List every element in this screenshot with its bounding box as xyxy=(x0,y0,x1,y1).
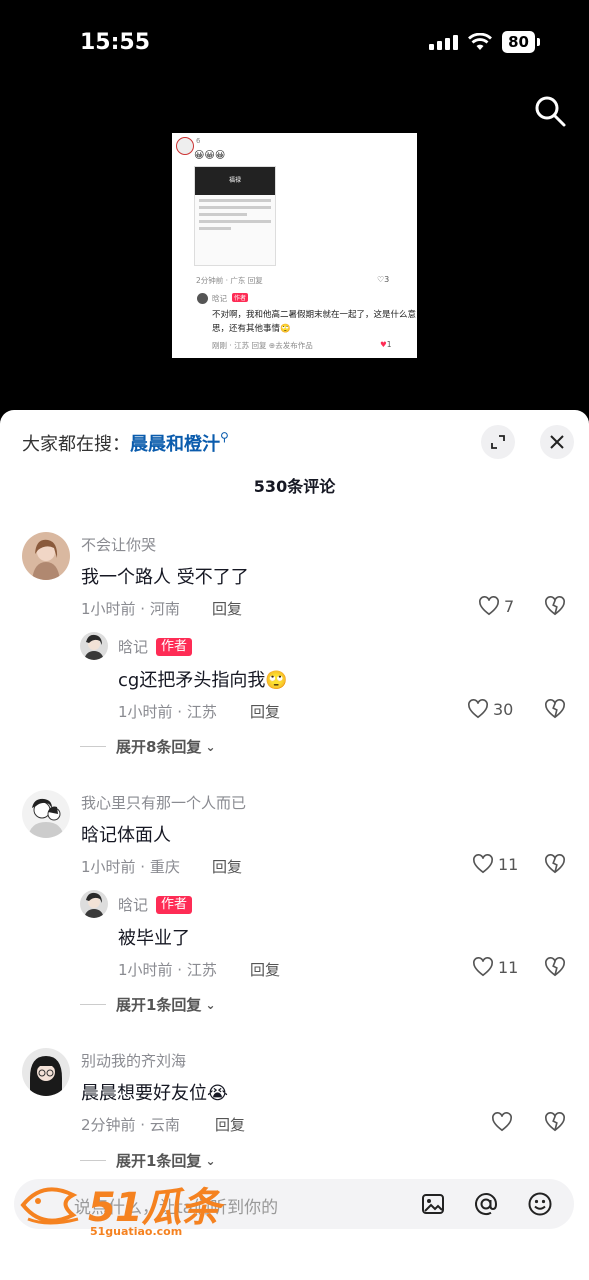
reply-author[interactable]: 晗记 作者 xyxy=(118,894,193,915)
small-search-icon: ⚲ xyxy=(220,430,229,444)
video-avatar xyxy=(176,137,194,155)
video-count: 6 xyxy=(196,137,201,145)
video-reply-name: 晗记 xyxy=(212,294,227,303)
comment-meta: 1小时前 · 河南 xyxy=(81,600,180,618)
battery-indicator: 80 xyxy=(502,31,540,53)
dislike-icon[interactable] xyxy=(544,1112,566,1132)
reply-text: 被毕业了 xyxy=(118,928,190,949)
reply-button[interactable]: 回复 xyxy=(215,1114,245,1135)
close-button[interactable] xyxy=(540,425,574,459)
reply-button[interactable]: 回复 xyxy=(212,598,242,619)
wifi-icon xyxy=(468,33,493,50)
mention-icon[interactable] xyxy=(473,1191,499,1217)
reply-text: cg还把矛头指向我🙄 xyxy=(118,670,288,691)
video-frame[interactable]: 6 😀😀😀 福禄 2分钟前 · 广东 回复 ♡3 晗记 作者 不对啊，我和他高二… xyxy=(172,133,417,358)
comment-text: 晗记体面人 xyxy=(81,825,171,846)
heart-icon xyxy=(468,699,488,719)
reply-button[interactable]: 回复 xyxy=(250,959,280,980)
trending-keyword[interactable]: 晨晨和橙汁 xyxy=(130,434,220,455)
close-icon xyxy=(550,435,564,449)
reply-meta: 1小时前 · 江苏 xyxy=(118,703,217,721)
trending-prefix: 大家都在搜： xyxy=(22,434,130,455)
comment-author[interactable]: 别动我的齐刘海 xyxy=(81,1050,186,1071)
dislike-icon[interactable] xyxy=(544,854,566,874)
video-inner-title: 福禄 xyxy=(195,167,275,195)
search-icon[interactable] xyxy=(533,94,567,128)
video-likes: ♡3 xyxy=(377,275,390,284)
expand-replies[interactable]: 展开1条回复 ⌄ xyxy=(80,994,216,1015)
watermark-logo: 51瓜条 51guatiao.com xyxy=(18,1175,228,1245)
reply-button[interactable]: 回复 xyxy=(212,856,242,877)
image-icon[interactable] xyxy=(420,1191,446,1217)
video-reply-likes: ♥1 xyxy=(380,340,392,349)
comment-text: 我一个路人 受不了了 xyxy=(81,567,249,588)
heart-icon xyxy=(473,854,493,874)
emoji-icon[interactable] xyxy=(527,1191,553,1217)
comment-meta: 1小时前 · 重庆 xyxy=(81,858,180,876)
reply-button[interactable]: 回复 xyxy=(250,701,280,722)
watermark-fish-icon xyxy=(20,1187,79,1225)
status-icons: 80 xyxy=(429,31,540,53)
reply-avatar[interactable] xyxy=(80,632,108,660)
signal-icon xyxy=(429,34,459,50)
comment-meta: 2分钟前 · 云南 xyxy=(81,1116,180,1134)
like-count: 11 xyxy=(498,854,519,874)
heart-icon xyxy=(492,1112,512,1132)
reply-meta: 1小时前 · 江苏 xyxy=(118,961,217,979)
author-badge: 作者 xyxy=(156,638,193,656)
reply-author[interactable]: 晗记 作者 xyxy=(118,636,193,657)
expand-icon xyxy=(491,435,505,449)
comment-author[interactable]: 不会让你哭 xyxy=(81,534,156,555)
video-reply-text: 不对啊，我和他高二暑假期末就在一起了，这是什么意思，还有其他事情🙄 xyxy=(212,310,417,334)
watermark-url: 51guatiao.com xyxy=(90,1225,183,1238)
dislike-icon[interactable] xyxy=(544,596,566,616)
video-author-badge: 作者 xyxy=(232,293,249,302)
status-time: 15:55 xyxy=(80,30,151,55)
expand-replies[interactable]: 展开1条回复 ⌄ xyxy=(80,1150,216,1171)
video-inner-screenshot: 福禄 xyxy=(194,166,276,266)
reply-avatar[interactable] xyxy=(80,890,108,918)
video-meta: 2分钟前 · 广东 回复 xyxy=(196,276,263,285)
comment-count: 530条评论 xyxy=(253,477,336,496)
heart-icon xyxy=(479,596,499,616)
like-button[interactable] xyxy=(491,1112,517,1132)
like-count: 30 xyxy=(493,699,514,719)
like-button[interactable]: 30 xyxy=(467,699,513,719)
avatar[interactable] xyxy=(22,790,70,838)
video-reply-avatar xyxy=(197,293,208,304)
heart-icon xyxy=(473,957,493,977)
expand-button[interactable] xyxy=(481,425,515,459)
comment-sheet: 大家都在搜：晨晨和橙汁⚲ 530条评论 不会让你哭 我一个路人 受不了了 1小时… xyxy=(0,410,589,1280)
like-button[interactable]: 7 xyxy=(478,596,514,616)
chevron-down-icon: ⌄ xyxy=(205,997,216,1012)
like-count: 11 xyxy=(498,957,519,977)
dislike-icon[interactable] xyxy=(544,957,566,977)
like-button[interactable]: 11 xyxy=(472,957,518,977)
status-bar: 15:55 80 xyxy=(0,0,589,88)
chevron-down-icon: ⌄ xyxy=(205,1153,216,1168)
trending-search[interactable]: 大家都在搜：晨晨和橙汁⚲ xyxy=(22,430,229,456)
video-emojis: 😀😀😀 xyxy=(194,150,226,161)
video-reply-meta: 刚刚 · 江苏 回复 ⊕去发布作品 xyxy=(212,341,313,350)
dislike-icon[interactable] xyxy=(544,699,566,719)
like-count: 7 xyxy=(504,596,515,616)
like-button[interactable]: 11 xyxy=(472,854,518,874)
author-badge: 作者 xyxy=(156,896,193,914)
avatar[interactable] xyxy=(22,1048,70,1096)
comment-author[interactable]: 我心里只有那一个人而已 xyxy=(81,792,246,813)
comment-text: 晨晨想要好友位😭 xyxy=(81,1083,229,1104)
chevron-down-icon: ⌄ xyxy=(205,739,216,754)
avatar[interactable] xyxy=(22,532,70,580)
expand-replies[interactable]: 展开8条回复 ⌄ xyxy=(80,736,216,757)
